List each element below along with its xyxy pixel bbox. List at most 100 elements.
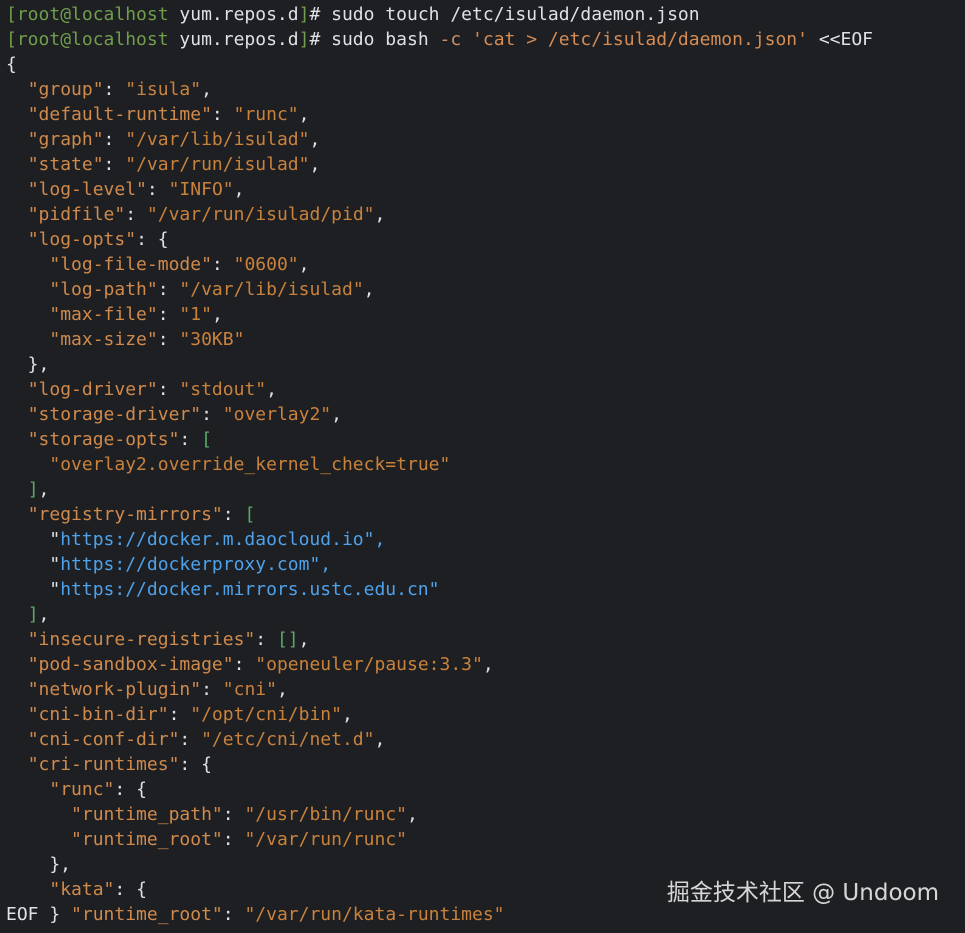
terminal-text-segment: : <box>103 129 126 150</box>
terminal-text-segment: : <box>179 729 202 750</box>
terminal-text-segment: }, <box>6 854 72 875</box>
terminal-line: "runc": { <box>6 777 965 802</box>
terminal-text-segment: : <box>222 804 245 825</box>
watermark: 掘金技术社区 @ Undoom <box>666 880 939 906</box>
terminal-text-segment: "openeuler/pause:3.3" <box>255 654 483 675</box>
terminal-text-segment: , <box>374 729 386 750</box>
terminal-line: "log-file-mode": "0600", <box>6 252 965 277</box>
terminal-text-segment: ", <box>309 554 332 575</box>
terminal-line: "cri-runtimes": { <box>6 752 965 777</box>
terminal-text-segment: https://dockerproxy.com <box>60 554 310 575</box>
terminal-text-segment: : <box>201 404 223 425</box>
terminal-text-segment: , <box>298 629 310 650</box>
terminal-text-segment: "storage-driver" <box>27 404 202 425</box>
terminal-text-segment: "runc" <box>49 779 115 800</box>
terminal-text-segment: : <box>222 904 245 925</box>
terminal-line: "runtime_root": "/var/run/runc" <box>6 827 965 852</box>
terminal-line: "log-path": "/var/lib/isulad", <box>6 277 965 302</box>
terminal-line: }, <box>6 352 965 377</box>
terminal-text-segment: EOF } <box>6 904 72 925</box>
terminal-text-segment: , <box>407 804 418 825</box>
terminal-text-segment: -c <box>439 29 462 50</box>
terminal-line: "https://dockerproxy.com", <box>6 552 965 577</box>
terminal-line: "pidfile": "/var/run/isulad/pid", <box>6 202 965 227</box>
terminal-line: }, <box>6 852 965 877</box>
terminal-text-segment: : <box>146 179 169 200</box>
terminal-text-segment: : { <box>179 754 212 775</box>
terminal-text-segment: "storage-opts" <box>27 429 180 450</box>
terminal-text-segment: https://docker.mirrors.ustc.edu.cn <box>60 579 429 600</box>
terminal-text-segment: "/var/run/isulad" <box>125 154 310 175</box>
terminal-text-segment: "0600" <box>233 254 299 275</box>
terminal-text-segment: , <box>38 604 50 625</box>
terminal-text-segment: " <box>428 579 440 600</box>
terminal-line: [root@localhost yum.repos.d]# sudo bash … <box>6 27 965 52</box>
terminal-text-segment: : { <box>114 879 147 900</box>
terminal-text-segment: : <box>103 79 126 100</box>
terminal-text-segment: "pidfile" <box>27 204 126 225</box>
terminal-text-segment: "cni" <box>222 679 277 700</box>
terminal-text-segment: "runtime_root" <box>71 829 223 850</box>
terminal-text-segment: "cni-conf-dir" <box>27 729 180 750</box>
terminal-text-segment: , <box>341 704 353 725</box>
terminal-line: "https://docker.m.daocloud.io", <box>6 527 965 552</box>
terminal-text-segment: "isula" <box>125 79 202 100</box>
terminal-window[interactable]: [root@localhost yum.repos.d]# sudo touch… <box>0 0 965 933</box>
terminal-text-segment: : <box>233 654 256 675</box>
terminal-text-segment: , <box>374 204 386 225</box>
terminal-line: "https://docker.mirrors.ustc.edu.cn" <box>6 577 965 602</box>
terminal-text-segment: , <box>309 154 321 175</box>
terminal-text-segment: : <box>157 329 180 350</box>
terminal-line: "state": "/var/run/isulad", <box>6 152 965 177</box>
terminal-text-segment: : <box>157 304 180 325</box>
terminal-text-segment: "/var/run/isulad/pid" <box>146 204 375 225</box>
terminal-line: "runtime_path": "/usr/bin/runc", <box>6 802 965 827</box>
terminal-line: "storage-driver": "overlay2", <box>6 402 965 427</box>
terminal-text-segment: "kata" <box>49 879 115 900</box>
terminal-text-segment: , <box>201 79 212 100</box>
terminal-text-segment: "1" <box>179 304 212 325</box>
terminal-text-segment: yum.repos.d <box>168 29 299 50</box>
terminal-text-segment: https://docker.m.daocloud.io <box>60 529 364 550</box>
terminal-text-segment: "log-path" <box>49 279 158 300</box>
terminal-line: "registry-mirrors": [ <box>6 502 965 527</box>
terminal-text-segment: "cri-runtimes" <box>27 754 180 775</box>
terminal-text-segment: : <box>157 379 180 400</box>
terminal-text-segment: " <box>6 529 61 550</box>
terminal-text-segment: "log-driver" <box>27 379 158 400</box>
terminal-line: "default-runtime": "runc", <box>6 102 965 127</box>
terminal-line: { <box>6 52 965 77</box>
terminal-text-segment: "max-file" <box>49 304 158 325</box>
terminal-text-segment: ", <box>363 529 386 550</box>
terminal-text-segment: " <box>6 554 61 575</box>
terminal-text-segment: "overlay2.override_kernel_check=true" <box>49 454 451 475</box>
terminal-text-segment: "log-file-mode" <box>49 254 212 275</box>
terminal-line: [root@localhost yum.repos.d]# sudo touch… <box>6 2 965 27</box>
terminal-text-segment: "30KB" <box>179 329 245 350</box>
terminal-text-segment: "/usr/bin/runc" <box>244 804 407 825</box>
terminal-text-segment: [ <box>201 429 212 450</box>
terminal-line: "log-level": "INFO", <box>6 177 965 202</box>
terminal-text-segment: "/opt/cni/bin" <box>190 704 342 725</box>
terminal-line: "overlay2.override_kernel_check=true" <box>6 452 965 477</box>
terminal-text-segment: : <box>179 429 202 450</box>
terminal-text-segment: : { <box>114 779 147 800</box>
terminal-text-segment: ] <box>27 479 39 500</box>
